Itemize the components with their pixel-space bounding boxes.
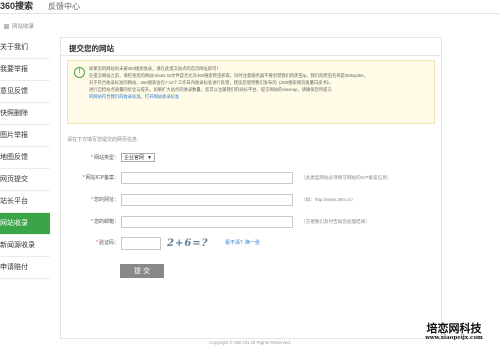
main-panel: 提交您的网站 ! 如果您的网站尚未被360搜索收录，请在此提交站点的首页网址即可… <box>60 37 442 339</box>
home-icon[interactable] <box>4 24 9 29</box>
notice-box: ! 如果您的网站尚未被360搜索收录，请在此提交站点的首页网址即可！ 在提交网站… <box>67 60 435 124</box>
sidebar-item-page-submit[interactable]: 网页提交 <box>0 169 50 191</box>
icp-input[interactable] <box>121 172 293 184</box>
page-title: 提交您的网站 <box>69 44 114 53</box>
notice-line: 如果您的网站尚未被360搜索收录，请在此提交站点的首页网址即可！ <box>89 66 221 71</box>
captcha-input[interactable] <box>121 237 161 250</box>
notice-line[interactable]: 的网站符合我们的收录标准。打开网站收录标准 <box>89 93 429 100</box>
email-label: *您的邮箱： <box>91 219 119 225</box>
icp-hint: （此类型网站必须填写网站的ICP备案信息） <box>301 175 392 180</box>
breadcrumb-label: 网站收录 <box>12 24 35 30</box>
captcha-refresh-link[interactable]: 看不清？换一张 <box>225 236 260 251</box>
watermark-title: 培恋网科技 <box>426 322 482 335</box>
sidebar-item-news-source[interactable]: 新闻源收录 <box>0 235 50 257</box>
email-row: *您的邮箱： （方便我们及时告知您处理结果） <box>61 215 441 229</box>
captcha-row: *验证码： 2+6=? 看不清？换一张 <box>61 236 441 250</box>
sidebar-item-webmaster[interactable]: 站长平台 <box>0 191 50 213</box>
notice-text: 如果您的网站尚未被360搜索收录，请在此提交站点的首页网址即可！ 在提交网站之前… <box>89 65 429 100</box>
url-label: *您的网址： <box>91 197 119 203</box>
sidebar-item-about[interactable]: 关于我们 <box>0 37 50 59</box>
feedback-center-link[interactable]: 反馈中心 <box>48 0 80 13</box>
site-type-value: 企业官网 <box>124 155 145 161</box>
site-type-select[interactable]: 企业官网 ▼ <box>121 153 155 162</box>
site-type-row: *网站类型： 企业官网 ▼ <box>61 151 441 165</box>
email-hint: （方便我们及时告知您处理结果） <box>301 219 370 224</box>
email-input[interactable] <box>121 216 293 228</box>
info-icon: ! <box>74 67 85 78</box>
watermark-url: www.xiaopeijx.com <box>425 335 483 341</box>
sidebar: 关于我们 我要举报 意见反馈 快照删除 图片举报 地图反馈 网页提交 站长平台 … <box>0 37 50 279</box>
url-row: *您的网址： （如：http://www.360.cn） <box>61 193 441 207</box>
sidebar-item-compensation[interactable]: 申请赔付 <box>0 257 50 279</box>
icp-row: *网站ICP备案： （此类型网站必须填写网站的ICP备案信息） <box>61 171 441 185</box>
sidebar-item-report[interactable]: 我要举报 <box>0 59 50 81</box>
sidebar-item-feedback[interactable]: 意见反馈 <box>0 81 50 103</box>
chevron-down-icon: ▼ <box>147 155 152 161</box>
sidebar-item-snapshot-delete[interactable]: 快照删除 <box>0 103 50 125</box>
captcha-label: *验证码： <box>96 240 119 246</box>
watermark: 培恋网科技 www.xiaopeijx.com <box>408 322 500 341</box>
icp-label: *网站ICP备案： <box>82 175 119 181</box>
notice-line: 进行自检站点质量的优化与提升。如果扩大站点的收录数量，您可以注册我们的站长平台，… <box>89 87 332 92</box>
url-input[interactable] <box>121 194 293 206</box>
notice-line: 对于符合收录标准的网站，360搜索会在7-10个工作日内收录标准进行处理，建议您… <box>89 80 334 85</box>
breadcrumb: 网站收录 <box>4 22 34 30</box>
top-bar: 360搜索 反馈中心 <box>0 0 500 14</box>
title-divider <box>61 55 441 56</box>
logo[interactable]: 360搜索 <box>0 0 33 13</box>
captcha-image[interactable]: 2+6=? <box>167 236 219 251</box>
sidebar-item-map-feedback[interactable]: 地图反馈 <box>0 147 50 169</box>
site-type-label: *网站类型： <box>91 155 119 161</box>
submit-button[interactable]: 提 交 <box>120 264 164 278</box>
url-hint: （如：http://www.360.cn） <box>301 197 356 202</box>
sidebar-item-image-report[interactable]: 图片举报 <box>0 125 50 147</box>
form-intro: 请在下方填写您提交的网页信息: <box>67 137 139 143</box>
sidebar-item-site-submit[interactable]: 网站收录 <box>0 213 50 235</box>
notice-line: 在提交网站之前，请检查您的网站robots.txt文件是否允许360搜索爬虫抓取… <box>89 73 369 78</box>
